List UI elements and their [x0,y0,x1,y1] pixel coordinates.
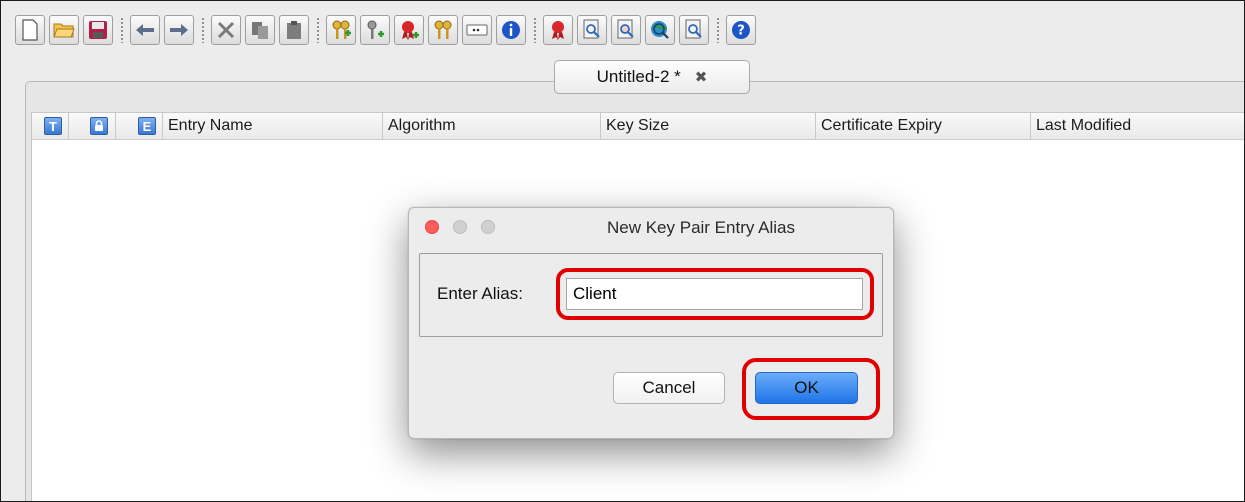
open-file-button[interactable] [49,15,79,45]
examine-certificate-icon [547,19,569,41]
new-key-pair-alias-dialog: New Key Pair Entry Alias Enter Alias: Ca… [408,207,894,439]
set-password-icon [466,23,488,37]
examine-csr-button[interactable] [611,15,641,45]
undo-icon [134,22,156,38]
import-key-pair-icon [432,19,454,41]
dialog-titlebar: New Key Pair Entry Alias [409,208,893,246]
help-icon: ? [730,19,752,41]
copy-button[interactable] [245,15,275,45]
paste-icon [284,20,304,40]
entry-name-column-header[interactable]: Entry Name [162,113,382,139]
toolbar-separator [120,17,124,43]
import-trusted-cert-icon [398,19,420,41]
toolbar-separator [201,17,205,43]
table-header: T E Entry Name Algorithm Key Size Certif… [32,113,1244,140]
close-icon[interactable]: ✖ [695,68,708,86]
alias-highlight-annotation [556,268,874,320]
copy-icon [250,20,270,40]
import-key-pair-button[interactable] [428,15,458,45]
certificate-expiry-column-header[interactable]: Certificate Expiry [815,113,1030,139]
generate-secret-key-button[interactable] [360,15,390,45]
cancel-button[interactable]: Cancel [613,372,725,404]
import-trusted-certificate-button[interactable] [394,15,424,45]
toolbar-separator [316,17,320,43]
alias-label: Enter Alias: [437,284,523,303]
examine-crl-button[interactable] [577,15,607,45]
ok-highlight-annotation [742,358,880,420]
entry-type-column-header[interactable]: T [44,117,62,135]
examine-ssl-button[interactable] [645,15,675,45]
examine-ssl-icon [649,19,671,41]
redo-button[interactable] [164,15,194,45]
toolbar: ? [15,13,760,47]
lock-icon [95,120,103,131]
lock-status-column-header[interactable] [90,117,108,135]
column-divider [68,113,69,139]
paste-button[interactable] [279,15,309,45]
set-password-button[interactable] [462,15,492,45]
generate-key-pair-icon [330,19,352,41]
examine-certificate-button[interactable] [543,15,573,45]
alias-panel: Enter Alias: [419,253,883,337]
algorithm-column-header[interactable]: Algorithm [382,113,600,139]
tab-untitled-2[interactable]: Untitled-2 * ✖ [554,60,750,94]
redo-icon [168,22,190,38]
cut-button[interactable] [211,15,241,45]
generate-key-pair-button[interactable] [326,15,356,45]
last-modified-column-header[interactable]: Last Modified [1030,113,1244,139]
examine-crl-icon [582,19,602,41]
application-window: ? Untitled-2 * ✖ T E Entry Name Algorith… [0,0,1245,502]
examine-csr-icon [616,19,636,41]
properties-button[interactable] [496,15,526,45]
toolbar-separator [716,17,720,43]
examine-file-button[interactable] [679,15,709,45]
key-size-column-header[interactable]: Key Size [600,113,815,139]
cut-icon [216,20,236,40]
tab-title: Untitled-2 * [596,67,681,86]
toolbar-separator [533,17,537,43]
undo-button[interactable] [130,15,160,45]
new-file-button[interactable] [15,15,45,45]
expiry-status-column-header[interactable]: E [138,117,156,135]
new-file-icon [21,19,39,41]
examine-file-icon [684,19,704,41]
generate-secret-key-icon [364,19,386,41]
properties-info-icon [500,19,522,41]
save-icon [88,20,108,40]
column-divider [115,113,116,139]
help-button[interactable]: ? [726,15,756,45]
dialog-title: New Key Pair Entry Alias [606,218,795,237]
svg-text:?: ? [737,24,745,39]
open-folder-icon [53,21,75,39]
save-button[interactable] [83,15,113,45]
